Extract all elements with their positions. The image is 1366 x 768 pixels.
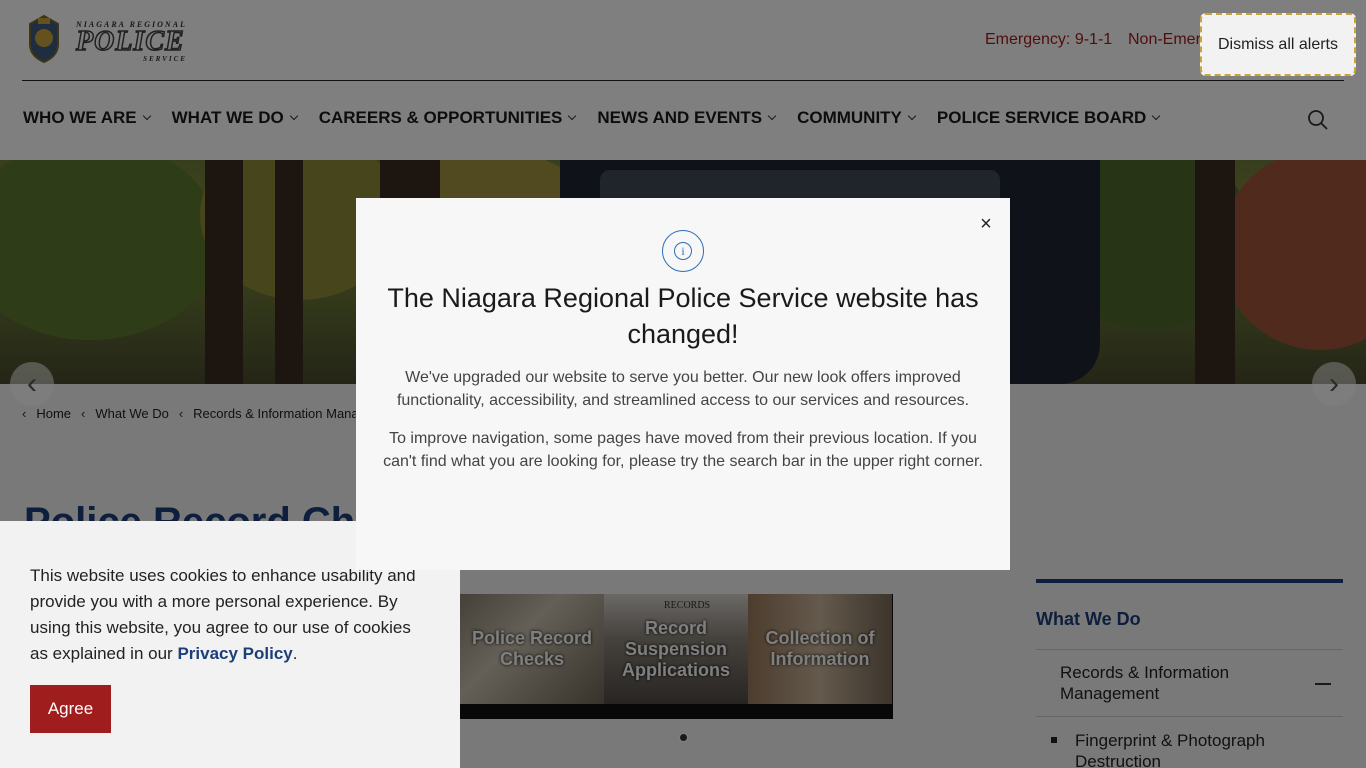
modal-title: The Niagara Regional Police Service webs…	[387, 283, 979, 349]
agree-button[interactable]: Agree	[30, 685, 111, 733]
modal-paragraph-2: To improve navigation, some pages have m…	[383, 430, 983, 470]
dismiss-all-alerts-button[interactable]: Dismiss all alerts	[1200, 13, 1356, 76]
info-icon: i	[662, 230, 704, 272]
close-icon[interactable]: ×	[976, 214, 996, 234]
cookie-message: This website uses cookies to enhance usa…	[30, 563, 430, 667]
info-glyph: i	[681, 243, 685, 258]
cookie-text-end: .	[292, 644, 298, 663]
modal-paragraph-1: We've upgraded our website to serve you …	[396, 369, 970, 409]
privacy-policy-link[interactable]: Privacy Policy	[177, 644, 292, 663]
